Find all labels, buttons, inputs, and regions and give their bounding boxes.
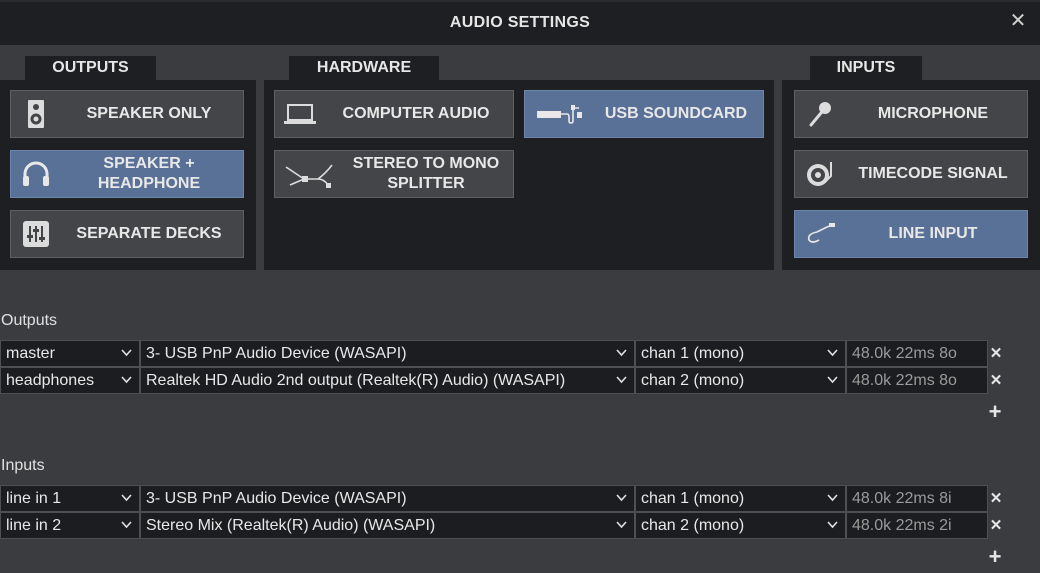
hardware-tab-label: HARDWARE: [289, 56, 439, 81]
outputs-section-label: Outputs: [1, 312, 58, 329]
input-device-value: 3- USB PnP Audio Device (WASAPI): [146, 490, 407, 507]
line-cable-icon: [795, 222, 845, 246]
microphone-button[interactable]: MICROPHONE: [794, 90, 1028, 138]
input-chan-select[interactable]: chan 1 (mono): [635, 485, 846, 512]
chevron-down-icon: [616, 349, 627, 357]
microphone-icon: [795, 100, 845, 128]
speaker-icon: [11, 99, 61, 129]
chevron-down-icon: [121, 521, 132, 529]
output-chan-value: chan 2 (mono): [641, 372, 745, 389]
outputs-panel: SPEAKER ONLY SPEAKER + HEADPHONE SEPARAT…: [0, 80, 256, 270]
mixer-sliders-icon: [11, 221, 61, 247]
output-device-value: 3- USB PnP Audio Device (WASAPI): [146, 345, 407, 362]
title-bar: AUDIO SETTINGS ✕: [0, 0, 1040, 45]
usb-soundcard-button[interactable]: USB SOUNDCARD: [524, 90, 764, 138]
chevron-down-icon: [827, 349, 838, 357]
input-device-select[interactable]: Stereo Mix (Realtek(R) Audio) (WASAPI): [140, 512, 635, 539]
chevron-down-icon: [121, 494, 132, 502]
stereo-to-mono-splitter-button[interactable]: STEREO TO MONO SPLITTER: [274, 150, 514, 198]
input-chan-value: chan 1 (mono): [641, 490, 745, 507]
output-channel-select[interactable]: headphones: [0, 367, 140, 394]
output-device-select[interactable]: Realtek HD Audio 2nd output (Realtek(R) …: [140, 367, 635, 394]
output-channel-value: headphones: [6, 372, 95, 389]
input-channel-value: line in 1: [6, 490, 62, 507]
output-device-value: Realtek HD Audio 2nd output (Realtek(R) …: [146, 372, 566, 389]
speaker-headphone-button[interactable]: SPEAKER + HEADPHONE: [10, 150, 244, 198]
close-button[interactable]: ✕: [1008, 11, 1028, 31]
timecode-signal-label: TIMECODE SIGNAL: [858, 165, 1008, 182]
line-input-label: LINE INPUT: [888, 225, 978, 242]
chevron-down-icon: [827, 521, 838, 529]
add-input-button[interactable]: +: [986, 546, 1004, 568]
separate-decks-label: SEPARATE DECKS: [76, 225, 222, 242]
headphone-icon: [11, 161, 61, 187]
remove-input-button[interactable]: ✕: [988, 485, 1004, 512]
speaker-only-label: SPEAKER ONLY: [86, 105, 212, 122]
output-chan-select[interactable]: chan 1 (mono): [635, 340, 846, 367]
chevron-down-icon: [121, 349, 132, 357]
chevron-down-icon: [121, 376, 132, 384]
input-channel-select[interactable]: line in 2: [0, 512, 140, 539]
input-chan-value: chan 2 (mono): [641, 517, 745, 534]
usb-soundcard-icon: [525, 104, 595, 124]
input-device-select[interactable]: 3- USB PnP Audio Device (WASAPI): [140, 485, 635, 512]
timecode-signal-button[interactable]: TIMECODE SIGNAL: [794, 150, 1028, 198]
output-channel-value: master: [6, 345, 55, 362]
speaker-headphone-label: SPEAKER + HEADPHONE: [97, 155, 201, 192]
input-chan-select[interactable]: chan 2 (mono): [635, 512, 846, 539]
output-device-select[interactable]: 3- USB PnP Audio Device (WASAPI): [140, 340, 635, 367]
output-chan-value: chan 1 (mono): [641, 345, 745, 362]
window-title: AUDIO SETTINGS: [449, 14, 591, 31]
stereo-to-mono-splitter-label: STEREO TO MONO SPLITTER: [352, 155, 500, 192]
computer-audio-label: COMPUTER AUDIO: [342, 105, 490, 122]
output-channel-select[interactable]: master: [0, 340, 140, 367]
line-input-button[interactable]: LINE INPUT: [794, 210, 1028, 258]
turntable-icon: [795, 160, 845, 188]
inputs-section-label: Inputs: [1, 457, 45, 474]
add-output-button[interactable]: +: [986, 401, 1004, 423]
outputs-tab-label: OUTPUTS: [25, 56, 156, 81]
remove-input-button[interactable]: ✕: [988, 512, 1004, 539]
input-format-info: 48.0k 22ms 8i: [846, 485, 988, 512]
remove-output-button[interactable]: ✕: [988, 340, 1004, 367]
microphone-label: MICROPHONE: [877, 105, 989, 122]
inputs-tab-label: INPUTS: [810, 56, 922, 81]
input-device-value: Stereo Mix (Realtek(R) Audio) (WASAPI): [146, 517, 436, 534]
chevron-down-icon: [827, 376, 838, 384]
usb-soundcard-label: USB SOUNDCARD: [604, 105, 748, 122]
input-channel-select[interactable]: line in 1: [0, 485, 140, 512]
separate-decks-button[interactable]: SEPARATE DECKS: [10, 210, 244, 258]
splitter-cable-icon: [275, 159, 345, 189]
chevron-down-icon: [827, 494, 838, 502]
hardware-panel: COMPUTER AUDIO USB SOUNDCARD STEREO TO M…: [264, 80, 774, 270]
chevron-down-icon: [616, 376, 627, 384]
output-chan-select[interactable]: chan 2 (mono): [635, 367, 846, 394]
input-channel-value: line in 2: [6, 517, 62, 534]
computer-audio-button[interactable]: COMPUTER AUDIO: [274, 90, 514, 138]
output-format-info: 48.0k 22ms 8o: [846, 367, 988, 394]
chevron-down-icon: [616, 521, 627, 529]
output-format-info: 48.0k 22ms 8o: [846, 340, 988, 367]
chevron-down-icon: [616, 494, 627, 502]
title-bar-strip: [0, 0, 1040, 2]
speaker-only-button[interactable]: SPEAKER ONLY: [10, 90, 244, 138]
inputs-panel: MICROPHONE TIMECODE SIGNAL LINE INPUT: [782, 80, 1040, 270]
laptop-icon: [275, 103, 325, 125]
remove-output-button[interactable]: ✕: [988, 367, 1004, 394]
input-format-info: 48.0k 22ms 2i: [846, 512, 988, 539]
